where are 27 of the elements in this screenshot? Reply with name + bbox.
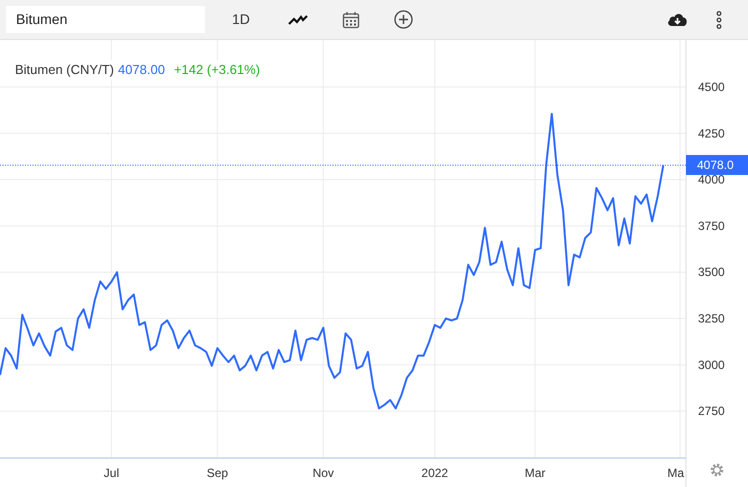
x-axis-label: Ma bbox=[667, 466, 684, 480]
search-field[interactable]: Bitumen bbox=[6, 6, 205, 33]
instrument-name: Bitumen (CNY/T) bbox=[15, 61, 114, 79]
price-change: +142 (+3.61%) bbox=[174, 61, 260, 79]
y-axis-label: 3000 bbox=[698, 358, 725, 372]
y-axis-label: 4000 bbox=[698, 172, 725, 187]
y-axis-label: 4250 bbox=[698, 126, 725, 140]
cloud-download-icon[interactable] bbox=[667, 12, 688, 27]
interval-button[interactable]: 1D bbox=[232, 9, 250, 30]
y-axis-label: 3250 bbox=[698, 312, 725, 326]
y-axis-label: 3750 bbox=[698, 218, 725, 233]
settings-icon[interactable] bbox=[710, 463, 724, 477]
add-icon[interactable] bbox=[394, 10, 413, 29]
more-icon[interactable] bbox=[716, 10, 722, 28]
y-axis-label: 4500 bbox=[698, 80, 725, 94]
x-axis-label: Sep bbox=[206, 466, 228, 480]
x-axis-label: Nov bbox=[312, 466, 334, 480]
x-axis-label: Mar bbox=[524, 466, 546, 480]
search-input: Bitumen bbox=[16, 9, 195, 30]
y-axis-label: 3500 bbox=[698, 265, 725, 280]
calendar-icon[interactable] bbox=[342, 10, 360, 28]
x-axis-label: 2022 bbox=[421, 466, 448, 480]
line-chart-icon[interactable] bbox=[288, 14, 308, 26]
y-axis-label: 2750 bbox=[698, 404, 725, 418]
last-price: 4078.00 bbox=[118, 61, 165, 79]
price-label: 4078.0 bbox=[686, 155, 748, 176]
x-axis-label: Jul bbox=[104, 466, 120, 480]
